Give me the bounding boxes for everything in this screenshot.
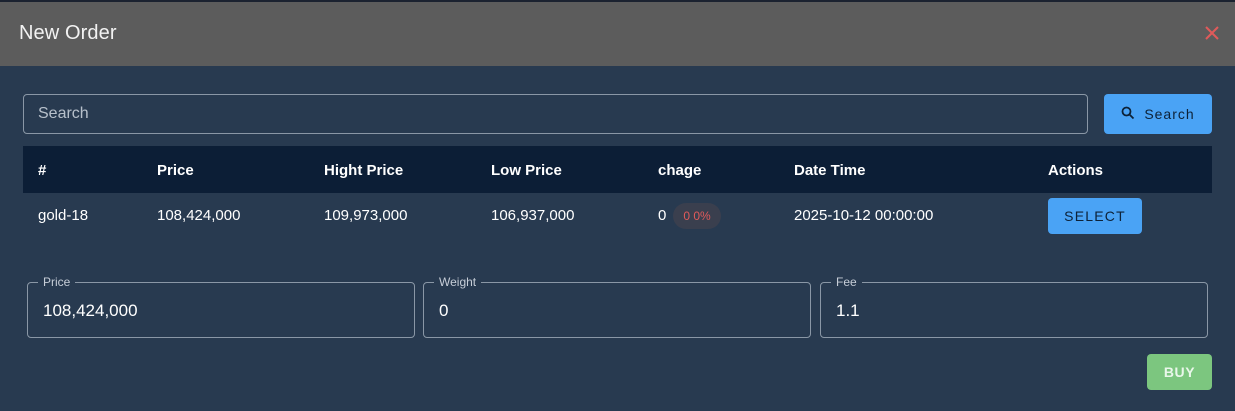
select-button[interactable]: SELECT bbox=[1048, 198, 1142, 234]
header-low-price: Low Price bbox=[491, 162, 562, 179]
fee-field-label: Fee bbox=[831, 275, 862, 289]
cell-change: 0 bbox=[658, 207, 667, 224]
weight-field-value: 0 bbox=[439, 301, 449, 320]
price-field-value: 108,424,000 bbox=[43, 301, 138, 320]
search-input[interactable] bbox=[23, 94, 1088, 134]
dialog-header: New Order bbox=[0, 2, 1235, 66]
fee-field[interactable]: Fee 1.1 bbox=[820, 275, 1208, 338]
price-field[interactable]: Price 108,424,000 bbox=[27, 275, 415, 338]
cell-high-price: 109,973,000 bbox=[324, 207, 408, 224]
header-id: # bbox=[38, 162, 47, 179]
header-actions: Actions bbox=[1048, 162, 1104, 179]
search-button[interactable]: Search bbox=[1104, 94, 1212, 134]
header-change: chage bbox=[658, 162, 702, 179]
table-row: gold-18 108,424,000 109,973,000 106,937,… bbox=[23, 193, 1212, 239]
cell-id: gold-18 bbox=[38, 207, 89, 224]
close-icon[interactable] bbox=[1201, 22, 1223, 44]
fee-field-value: 1.1 bbox=[836, 301, 860, 320]
change-badge: 0 0% bbox=[673, 203, 721, 229]
price-field-label: Price bbox=[38, 275, 76, 289]
header-date-time: Date Time bbox=[794, 162, 866, 179]
header-high-price: Hight Price bbox=[324, 162, 404, 179]
buy-button[interactable]: BUY bbox=[1147, 354, 1212, 390]
cell-price: 108,424,000 bbox=[157, 207, 241, 224]
cell-date-time: 2025-10-12 00:00:00 bbox=[794, 207, 934, 224]
search-icon bbox=[1121, 106, 1135, 123]
table-header: # Price Hight Price Low Price chage Date… bbox=[23, 146, 1212, 193]
search-button-label: Search bbox=[1144, 106, 1195, 122]
header-price: Price bbox=[157, 162, 194, 179]
weight-field[interactable]: Weight 0 bbox=[423, 275, 811, 338]
cell-low-price: 106,937,000 bbox=[491, 207, 575, 224]
dialog-title: New Order bbox=[19, 22, 117, 44]
weight-field-label: Weight bbox=[434, 275, 482, 289]
